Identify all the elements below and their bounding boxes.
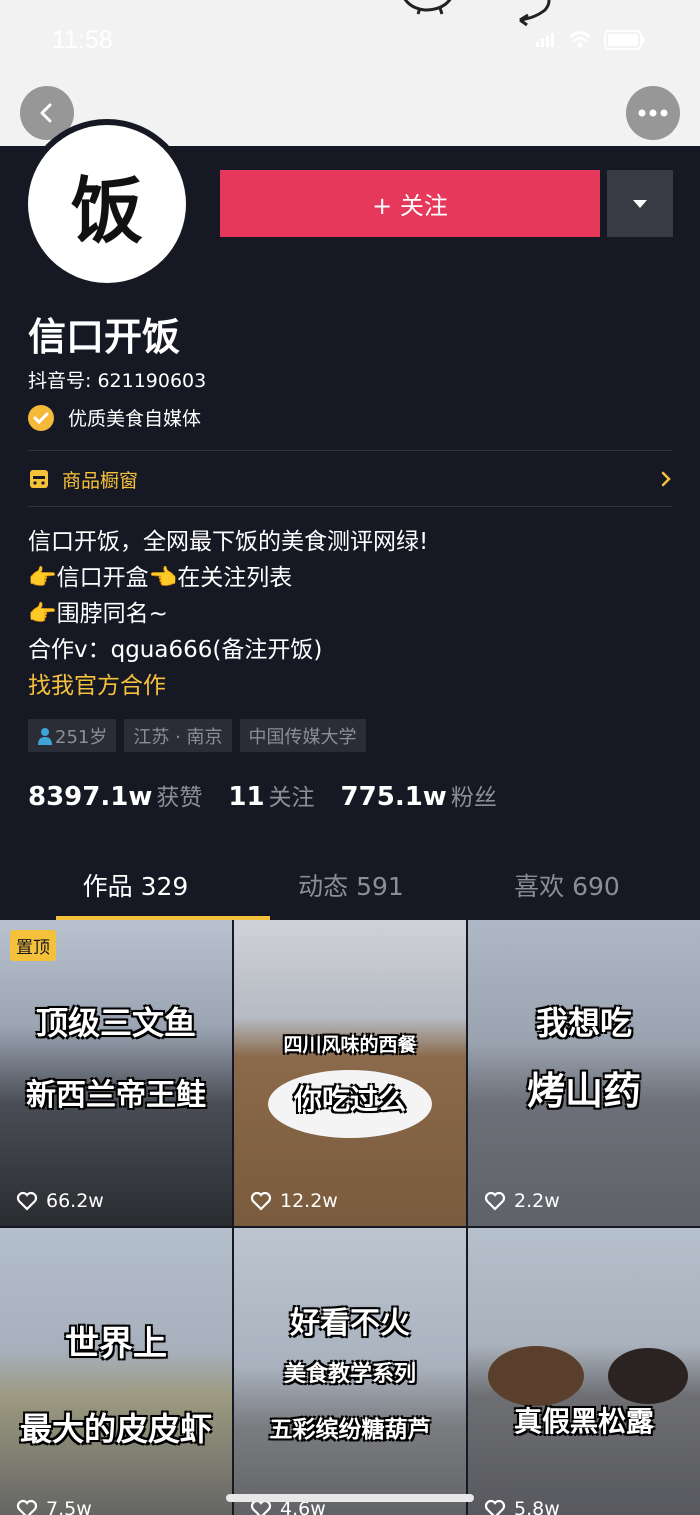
recommend-dropdown-button[interactable] (607, 170, 673, 237)
bio: 信口开饭，全网最下饭的美食测评网绿! 👉信口开盒👈在关注列表 👉围脖同名~ 合作… (28, 524, 428, 704)
video-caption: 五彩缤纷糖葫芦 (269, 1416, 431, 1443)
video-likes: 2.2w (484, 1190, 560, 1212)
wifi-icon (569, 31, 591, 48)
signal-icon (536, 33, 554, 47)
video-caption: 烤山药 (526, 1068, 641, 1113)
battery-icon (604, 30, 645, 50)
video-likes: 12.2w (250, 1190, 338, 1212)
video-tile[interactable]: 我想吃 烤山药 2.2w (468, 920, 700, 1226)
status-icons (536, 30, 646, 50)
video-caption: 四川风味的西餐 (283, 1034, 417, 1056)
video-likes: 66.2w (16, 1190, 104, 1212)
video-tile[interactable]: 好看不火 美食教学系列 五彩缤纷糖葫芦 4.6w (234, 1228, 466, 1515)
bio-line: 👉信口开盒👈在关注列表 (28, 565, 293, 591)
follow-button[interactable]: + 关注 (220, 170, 600, 237)
heart-icon (250, 1191, 272, 1211)
avatar-glyph: 饭 (28, 125, 186, 283)
video-likes: 7.5w (16, 1498, 92, 1515)
caret-down-icon (633, 199, 647, 208)
video-likes: 5.8w (484, 1498, 560, 1515)
chevron-left-icon (40, 103, 52, 123)
video-tile[interactable]: 四川风味的西餐 你吃过么 12.2w (234, 920, 466, 1226)
video-caption: 新西兰帝王鲑 (26, 1078, 206, 1113)
heart-icon (16, 1191, 38, 1211)
video-tile[interactable]: 真假黑松露 5.8w (468, 1228, 700, 1515)
chevron-right-icon (661, 471, 671, 487)
content-tabs: 作品 329 动态 591 喜欢 690 (0, 850, 700, 920)
verified-check-icon (28, 404, 54, 431)
stat-following[interactable]: 11 关注 (228, 778, 314, 812)
location-tag: 江苏 · 南京 (124, 719, 232, 752)
truffle-plate-left (488, 1346, 584, 1406)
video-grid: 置顶 顶级三文鱼 新西兰帝王鲑 66.2w 四川风味的西餐 你吃过么 12.2w… (0, 920, 700, 1515)
tab-works[interactable]: 作品 329 (28, 850, 270, 920)
official-cooperation-link[interactable]: 找我官方合作 (28, 668, 428, 704)
profile-stats: 8397.1w 获赞 11 关注 775.1w 粉丝 (28, 778, 497, 812)
school-tag: 中国传媒大学 (239, 719, 366, 752)
truffle-plate-right (608, 1348, 688, 1404)
heart-icon (484, 1191, 506, 1211)
shop-window-label: 商品橱窗 (62, 469, 139, 492)
video-caption: 我想吃 (535, 1004, 632, 1042)
more-dots-icon (638, 109, 668, 117)
status-time: 11:58 (52, 26, 113, 54)
video-caption: 顶级三文鱼 (35, 1004, 196, 1042)
stat-followers[interactable]: 775.1w 粉丝 (341, 778, 497, 812)
video-caption: 美食教学系列 (283, 1361, 416, 1387)
age-tag: 251岁 (28, 719, 117, 752)
verification-row: 优质美食自媒体 (28, 404, 201, 431)
avatar[interactable]: 饭 (22, 119, 192, 289)
shop-window-row[interactable]: 商品橱窗 (28, 462, 672, 496)
profile-name: 信口开饭 (28, 315, 181, 359)
bio-line: 信口开饭，全网最下饭的美食测评网绿! (28, 529, 429, 555)
divider (28, 506, 672, 507)
profile-tags: 251岁 江苏 · 南京 中国传媒大学 (28, 719, 366, 752)
heart-icon (16, 1499, 38, 1515)
pinned-badge: 置顶 (10, 930, 56, 961)
home-indicator[interactable] (226, 1494, 474, 1502)
stat-likes: 8397.1w 获赞 (28, 782, 203, 812)
tab-likes[interactable]: 喜欢 690 (459, 850, 675, 920)
video-tile[interactable]: 世界上 最大的皮皮虾 7.5w (0, 1228, 232, 1515)
more-button[interactable] (626, 86, 680, 140)
tab-activity[interactable]: 动态 591 (243, 850, 459, 920)
heart-icon (484, 1499, 506, 1515)
divider (28, 450, 672, 451)
video-tile[interactable]: 置顶 顶级三文鱼 新西兰帝王鲑 66.2w (0, 920, 232, 1226)
video-caption: 最大的皮皮虾 (19, 1410, 212, 1448)
bio-line: 合作v：qgua666(备注开饭) (28, 637, 323, 663)
verification-label: 优质美食自媒体 (68, 408, 202, 430)
douyin-id: 抖音号: 621190603 (28, 370, 207, 392)
shop-icon (30, 470, 48, 488)
video-caption: 你吃过么 (293, 1083, 406, 1116)
person-icon (38, 727, 52, 745)
video-caption: 真假黑松露 (513, 1405, 654, 1438)
bio-line: 👉围脖同名~ (28, 601, 168, 627)
video-caption: 世界上 (65, 1324, 167, 1364)
video-caption: 好看不火 (290, 1306, 410, 1341)
